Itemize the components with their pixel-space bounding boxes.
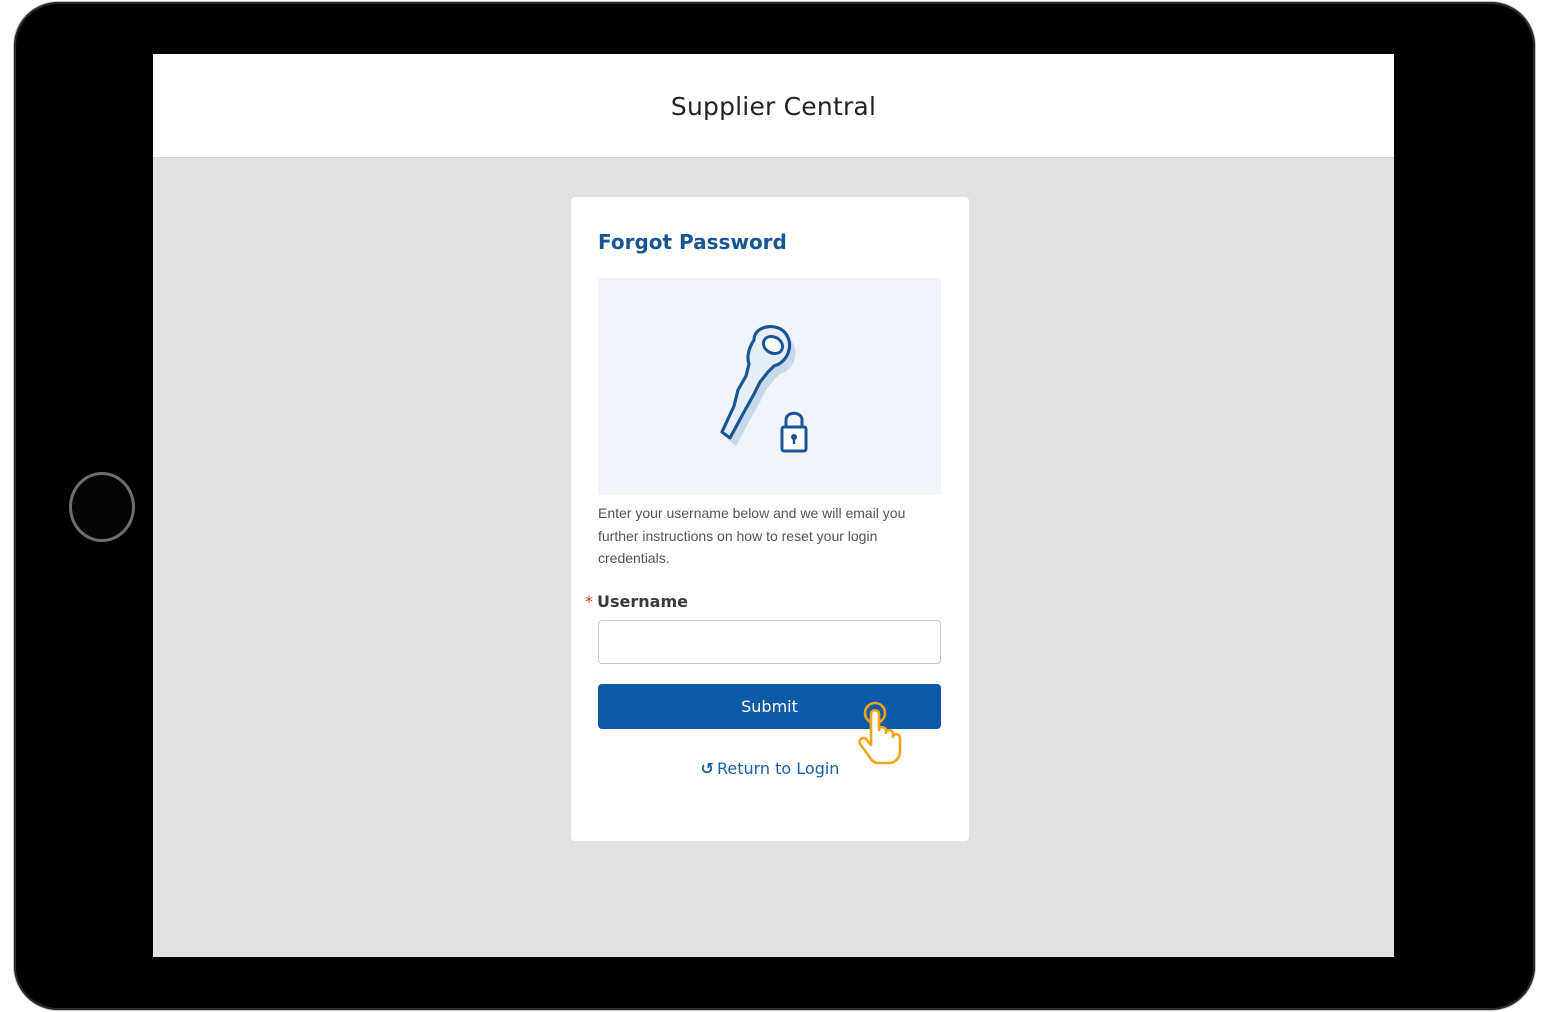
key-lock-illustration <box>598 278 941 495</box>
undo-icon: ↺ <box>700 759 714 778</box>
home-button[interactable] <box>69 472 135 542</box>
key-lock-icon <box>720 325 808 453</box>
submit-button[interactable]: Submit <box>598 684 941 729</box>
page-title: Supplier Central <box>670 92 877 121</box>
card-title: Forgot Password <box>598 230 787 254</box>
screen: Supplier Central Forgot Password Enter y… <box>153 54 1394 957</box>
required-indicator: * <box>585 592 593 611</box>
return-to-login-link[interactable]: ↺ Return to Login <box>571 759 969 778</box>
header-bar: Supplier Central <box>153 54 1394 158</box>
username-input[interactable] <box>598 620 941 664</box>
username-label: * Username <box>585 592 688 611</box>
return-to-login-label: Return to Login <box>716 759 840 778</box>
username-label-text: Username <box>597 592 688 611</box>
forgot-password-card: Forgot Password Enter your username belo… <box>571 197 969 841</box>
instructions-text: Enter your username below and we will em… <box>598 505 906 566</box>
